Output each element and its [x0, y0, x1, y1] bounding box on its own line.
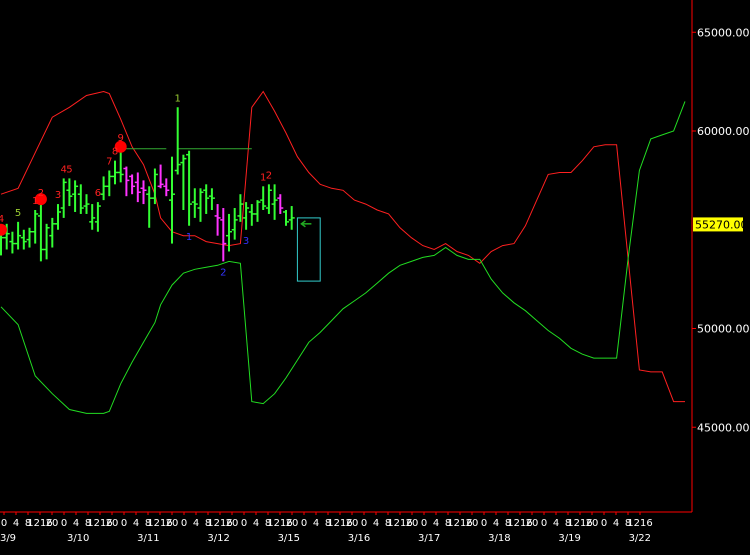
x-time-label: 20 — [466, 518, 479, 529]
x-time-label: 4 — [253, 518, 259, 529]
x-time-label: 4 — [313, 518, 319, 529]
y-tick-label: 65000.00 — [697, 26, 750, 39]
count-label: 4 — [0, 214, 4, 225]
x-time-label: 4 — [613, 518, 619, 529]
x-time-label: 20 — [106, 518, 119, 529]
count-label: 2 — [38, 188, 44, 199]
x-time-label: 0 — [1, 518, 7, 529]
x-time-label: 0 — [61, 518, 67, 529]
x-time-label: 20 — [166, 518, 179, 529]
count-label: 3 — [243, 236, 249, 247]
x-time-label: 20 — [346, 518, 359, 529]
y-tick-label: 45000.00 — [697, 421, 750, 434]
y-tick-label: 50000.00 — [697, 323, 750, 336]
x-time-label: 4 — [553, 518, 559, 529]
x-time-label: 4 — [493, 518, 499, 529]
x-time-label: 20 — [586, 518, 599, 529]
current-price-label: 55270.00 — [695, 218, 748, 231]
x-time-label: 4 — [13, 518, 19, 529]
x-time-label: 0 — [601, 518, 607, 529]
x-time-label: 0 — [361, 518, 367, 529]
x-date-label: 3/22 — [629, 533, 651, 544]
x-time-label: 20 — [406, 518, 419, 529]
x-time-label: 4 — [433, 518, 439, 529]
x-time-label: 0 — [541, 518, 547, 529]
x-time-label: 20 — [46, 518, 59, 529]
x-time-label: 20 — [286, 518, 299, 529]
x-time-label: 0 — [481, 518, 487, 529]
x-time-label: 0 — [301, 518, 307, 529]
x-time-label: 4 — [373, 518, 379, 529]
x-time-label: 20 — [226, 518, 239, 529]
price-chart[interactable]: 4512 34 5678911231 2 65000.0060000.0050000.… — [0, 0, 750, 555]
count-label: 5 — [66, 164, 72, 175]
x-date-label: 3/18 — [488, 533, 510, 544]
count-label: 6 — [95, 188, 101, 199]
count-label: 5 — [15, 208, 21, 219]
chart-background — [0, 0, 750, 555]
count-label: 3 — [55, 190, 61, 201]
x-date-label: 3/15 — [278, 533, 300, 544]
x-time-label: 0 — [121, 518, 127, 529]
x-time-label: 4 — [133, 518, 139, 529]
x-time-label: 1216 — [627, 518, 652, 529]
count-label: 7 — [106, 157, 112, 168]
x-date-label: 3/19 — [558, 533, 580, 544]
x-time-label: 4 — [193, 518, 199, 529]
x-time-label: 4 — [73, 518, 79, 529]
count-label: 1 — [186, 232, 192, 243]
count-label: 1 — [175, 93, 181, 104]
count-label: 9 — [118, 133, 124, 144]
y-tick-label: 60000.00 — [697, 125, 750, 138]
count-label: 2 — [266, 170, 272, 181]
x-date-label: 3/11 — [137, 533, 159, 544]
x-date-label: 3/16 — [348, 533, 370, 544]
x-date-label: 3/17 — [418, 533, 440, 544]
x-date-label: 3/12 — [207, 533, 229, 544]
x-time-label: 0 — [181, 518, 187, 529]
count-label: 2 — [220, 267, 226, 278]
count-label: 8 — [112, 147, 118, 158]
x-time-label: 0 — [241, 518, 247, 529]
x-time-label: 20 — [526, 518, 539, 529]
x-date-label: 3/10 — [67, 533, 89, 544]
x-time-label: 0 — [421, 518, 427, 529]
x-date-label: 3/9 — [0, 533, 16, 544]
